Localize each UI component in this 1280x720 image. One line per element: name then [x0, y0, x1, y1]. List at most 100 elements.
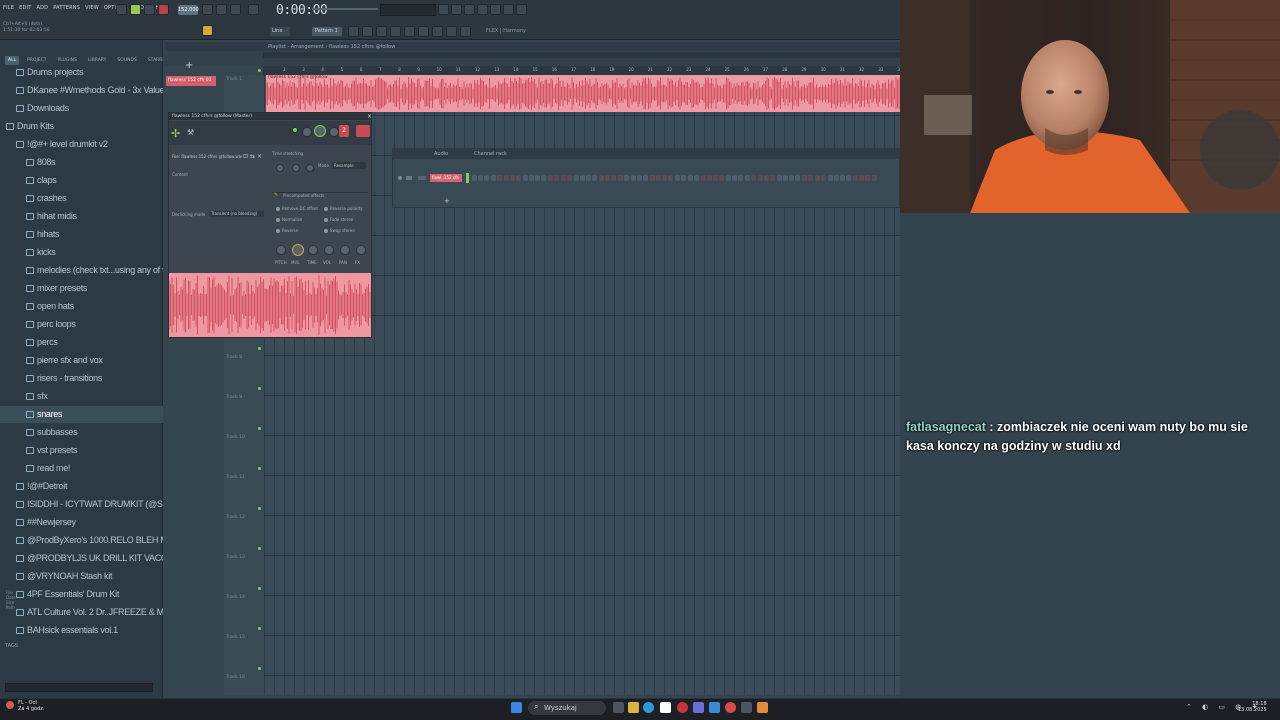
step-button[interactable]	[776, 175, 782, 181]
browser-folder-item[interactable]: ATL Culture Vol. 2 Dr..JFREEZE & Mike Fu…	[0, 604, 163, 621]
step-button[interactable]	[599, 175, 604, 181]
track-activity-led[interactable]	[258, 627, 261, 630]
declicking-select[interactable]: Transient (no bleeding)	[209, 211, 264, 217]
step-button[interactable]	[516, 175, 521, 181]
track-label[interactable]: Track 14	[226, 595, 245, 600]
track-activity-led[interactable]	[258, 507, 261, 510]
record-mode-icon[interactable]	[202, 25, 213, 36]
step-button[interactable]	[802, 175, 808, 181]
wrench-icon[interactable]: ⚒	[187, 128, 194, 137]
browser-folder-item[interactable]: open hats	[0, 298, 163, 315]
option-label[interactable]: Swap stereo	[330, 228, 355, 233]
step-button[interactable]	[681, 175, 687, 181]
track-label[interactable]: Track 16	[226, 675, 245, 680]
tool-slice-icon[interactable]	[432, 26, 443, 37]
browser-icon[interactable]	[490, 4, 501, 15]
browser-folder-item[interactable]: perc loops	[0, 316, 163, 333]
tool-mute-icon[interactable]	[404, 26, 415, 37]
app-icon-3[interactable]	[725, 702, 736, 713]
step-button[interactable]	[719, 175, 725, 181]
browser-folder-item[interactable]: vst presets	[0, 442, 163, 459]
edit-icon[interactable]: ✎	[274, 192, 278, 198]
step-button[interactable]	[630, 175, 636, 181]
track-label[interactable]: Track 10	[226, 435, 245, 440]
step-button[interactable]	[643, 175, 648, 181]
browser-folder-item[interactable]: @PRODBYLJS UK DRILL KIT VACCINE	[0, 550, 163, 567]
track-label[interactable]: Track 8	[226, 355, 242, 360]
step-button[interactable]	[503, 175, 509, 181]
step-button[interactable]	[611, 175, 617, 181]
tool-slip-icon[interactable]	[418, 26, 429, 37]
step-button[interactable]	[827, 175, 833, 181]
taskbar-clock[interactable]: 18:18 13.08.2025	[1238, 701, 1267, 713]
browser-search-input[interactable]	[5, 683, 153, 692]
help-icon[interactable]	[516, 4, 527, 15]
step-button[interactable]	[763, 175, 769, 181]
sampler-volume-knob[interactable]	[314, 125, 326, 137]
menu-item-view[interactable]: VIEW	[84, 4, 100, 16]
step-button[interactable]	[871, 175, 877, 181]
browser-folder-item[interactable]: claps	[0, 172, 163, 189]
browser-folder-item[interactable]: ##Newjersey	[0, 514, 163, 531]
wait-input-button[interactable]	[216, 4, 227, 15]
step-button[interactable]	[675, 175, 681, 181]
step-button[interactable]	[579, 175, 585, 181]
step-button[interactable]	[497, 175, 503, 181]
browser-folder-item[interactable]: pierre sfx and vox	[0, 352, 163, 369]
add-channel-icon[interactable]: +	[444, 197, 450, 205]
browser-folder-item[interactable]: crashes	[0, 190, 163, 207]
step-button[interactable]	[693, 175, 699, 181]
option-radio[interactable]	[324, 218, 328, 222]
envelope-knob[interactable]	[356, 245, 366, 255]
add-track-icon[interactable]: +	[185, 60, 193, 71]
track-label[interactable]: Track 12	[226, 515, 245, 520]
browser-folder-item[interactable]: kicks	[0, 244, 163, 261]
track-activity-led[interactable]	[258, 347, 261, 350]
tool-zoom-icon[interactable]	[460, 26, 471, 37]
option-label[interactable]: Reverse polarity	[330, 206, 363, 211]
plugin-picker-icon[interactable]	[503, 4, 514, 15]
browser-folder-item[interactable]: hihat midis	[0, 208, 163, 225]
tool-delete-icon[interactable]	[390, 26, 401, 37]
option-label[interactable]: Reverse	[282, 228, 298, 233]
tool-paint-icon[interactable]	[376, 26, 387, 37]
menu-item-add[interactable]: ADD	[35, 4, 49, 16]
step-button[interactable]	[744, 175, 750, 181]
track-activity-led[interactable]	[258, 667, 261, 670]
stretch-time-knob[interactable]	[306, 164, 314, 172]
app-icon-1[interactable]	[693, 702, 704, 713]
step-button[interactable]	[726, 175, 731, 181]
step-button[interactable]	[668, 175, 674, 181]
step-button[interactable]	[529, 175, 534, 181]
option-radio[interactable]	[324, 229, 328, 233]
step-button[interactable]	[751, 175, 757, 181]
step-button[interactable]	[617, 175, 623, 181]
sampler-pitch-knob[interactable]	[329, 127, 339, 137]
browser-folder-item[interactable]: sfx	[0, 388, 163, 405]
store-icon[interactable]	[660, 702, 671, 713]
option-radio[interactable]	[276, 207, 280, 211]
step-button[interactable]	[738, 175, 744, 181]
sampler-menu-button[interactable]	[356, 125, 370, 137]
envelope-knob[interactable]	[276, 245, 286, 255]
option-label[interactable]: Remove DC offset	[282, 206, 318, 211]
envelope-knob[interactable]	[292, 244, 304, 256]
step-button[interactable]	[757, 175, 763, 181]
edge-icon[interactable]	[643, 702, 654, 713]
play-button[interactable]	[130, 4, 141, 15]
audio-clip[interactable]	[265, 75, 900, 112]
browser-folder-item[interactable]: snares	[0, 406, 163, 423]
app-icon-2[interactable]	[709, 702, 720, 713]
tool-select-icon[interactable]	[446, 26, 457, 37]
sampler-waveform-view[interactable]	[168, 273, 371, 337]
browser-folder-item[interactable]: mixer presets	[0, 280, 163, 297]
pat-song-toggle[interactable]	[116, 4, 127, 15]
envelope-knob[interactable]	[308, 245, 318, 255]
step-button[interactable]	[490, 175, 496, 181]
step-button[interactable]	[586, 175, 591, 181]
stretch-pitch-knob[interactable]	[276, 164, 284, 172]
step-button[interactable]	[535, 175, 541, 181]
step-button[interactable]	[566, 175, 572, 181]
snap-selector[interactable]: Line	[270, 27, 290, 36]
option-radio[interactable]	[324, 207, 328, 211]
